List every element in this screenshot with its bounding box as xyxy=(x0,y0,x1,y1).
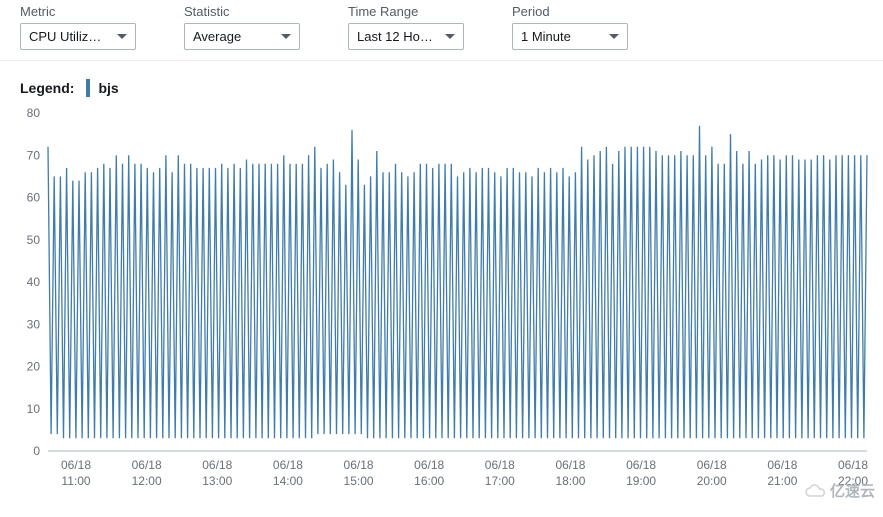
svg-text:06/18: 06/18 xyxy=(344,458,374,472)
legend-swatch xyxy=(86,79,90,97)
svg-text:18:00: 18:00 xyxy=(555,474,585,488)
svg-text:06/18: 06/18 xyxy=(485,458,515,472)
svg-text:20: 20 xyxy=(27,360,41,374)
metric-select[interactable]: CPU Utiliz… xyxy=(20,23,136,50)
svg-text:06/18: 06/18 xyxy=(838,458,868,472)
svg-text:06/18: 06/18 xyxy=(132,458,162,472)
svg-text:17:00: 17:00 xyxy=(485,474,515,488)
watermark-text: 亿速云 xyxy=(830,480,875,501)
svg-text:13:00: 13:00 xyxy=(202,474,232,488)
svg-text:12:00: 12:00 xyxy=(132,474,162,488)
svg-text:80: 80 xyxy=(27,107,41,120)
cloud-icon xyxy=(804,484,826,498)
svg-text:11:00: 11:00 xyxy=(61,474,90,488)
watermark: 亿速云 xyxy=(804,480,875,501)
svg-text:0: 0 xyxy=(33,444,40,458)
metric-value: CPU Utiliz… xyxy=(29,29,111,44)
period-value: 1 Minute xyxy=(521,29,603,44)
svg-text:10: 10 xyxy=(27,402,41,416)
chevron-down-icon xyxy=(117,34,127,40)
timerange-label: Time Range xyxy=(348,4,464,19)
svg-text:06/18: 06/18 xyxy=(273,458,303,472)
metric-control: Metric CPU Utiliz… xyxy=(20,4,136,50)
svg-text:06/18: 06/18 xyxy=(697,458,727,472)
svg-text:06/18: 06/18 xyxy=(767,458,797,472)
svg-text:06/18: 06/18 xyxy=(555,458,585,472)
svg-text:40: 40 xyxy=(27,275,41,289)
statistic-control: Statistic Average xyxy=(184,4,300,50)
svg-text:50: 50 xyxy=(27,233,41,247)
svg-text:16:00: 16:00 xyxy=(414,474,444,488)
legend-title: Legend: xyxy=(20,80,74,96)
timerange-value: Last 12 Ho… xyxy=(357,29,439,44)
timerange-select[interactable]: Last 12 Ho… xyxy=(348,23,464,50)
svg-text:70: 70 xyxy=(27,148,41,162)
statistic-value: Average xyxy=(193,29,275,44)
svg-text:19:00: 19:00 xyxy=(626,474,656,488)
chevron-down-icon xyxy=(445,34,455,40)
svg-text:30: 30 xyxy=(27,317,41,331)
svg-text:15:00: 15:00 xyxy=(344,474,374,488)
chart-container: 0 10 20 30 40 50 60 70 80 06/18 11:00 06/18 12:00 06/… xyxy=(0,103,883,503)
statistic-label: Statistic xyxy=(184,4,300,19)
legend: Legend: bjs xyxy=(0,61,883,103)
chevron-down-icon xyxy=(281,34,291,40)
svg-text:21:00: 21:00 xyxy=(767,474,797,488)
svg-text:06/18: 06/18 xyxy=(626,458,656,472)
svg-text:06/18: 06/18 xyxy=(414,458,444,472)
legend-series-name: bjs xyxy=(98,80,118,96)
metric-label: Metric xyxy=(20,4,136,19)
controls-bar: Metric CPU Utiliz… Statistic Average Tim… xyxy=(0,0,883,61)
timerange-control: Time Range Last 12 Ho… xyxy=(348,4,464,50)
svg-text:60: 60 xyxy=(27,191,41,205)
period-control: Period 1 Minute xyxy=(512,4,628,50)
line-chart: 0 10 20 30 40 50 60 70 80 06/18 11:00 06/18 12:00 06/… xyxy=(14,107,869,503)
chevron-down-icon xyxy=(609,34,619,40)
svg-text:14:00: 14:00 xyxy=(273,474,303,488)
period-select[interactable]: 1 Minute xyxy=(512,23,628,50)
svg-text:06/18: 06/18 xyxy=(61,458,91,472)
statistic-select[interactable]: Average xyxy=(184,23,300,50)
svg-text:20:00: 20:00 xyxy=(697,474,727,488)
period-label: Period xyxy=(512,4,628,19)
svg-text:06/18: 06/18 xyxy=(202,458,232,472)
